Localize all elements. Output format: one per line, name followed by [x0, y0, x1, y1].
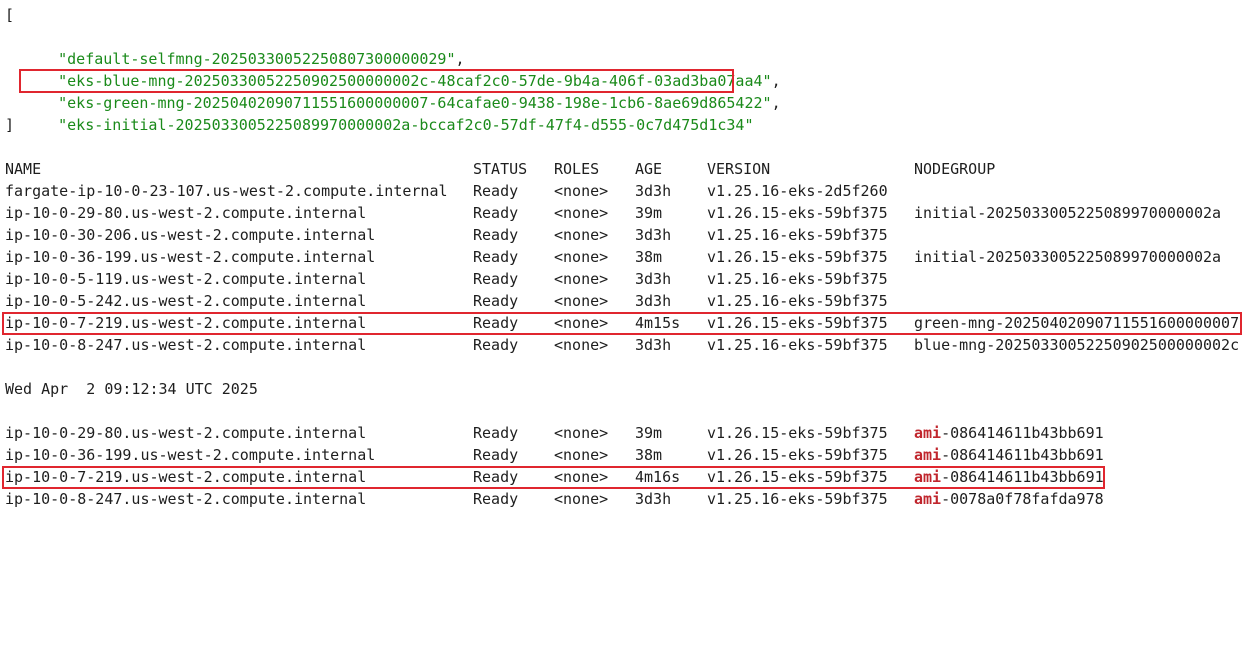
node-age: 3d3h — [635, 182, 672, 200]
table-row[interactable]: ip-10-0-30-206.us-west-2.compute.interna… — [5, 224, 1245, 246]
node-name: ip-10-0-5-242.us-west-2.compute.internal — [5, 292, 367, 310]
node-status: Ready — [473, 446, 519, 464]
table-row[interactable]: ip-10-0-36-199.us-west-2.compute.interna… — [5, 246, 1245, 268]
column-header-nodegroup: NODEGROUP — [914, 160, 996, 178]
table-row[interactable]: ip-10-0-29-80.us-west-2.compute.internal… — [5, 422, 1245, 444]
node-age: 3d3h — [635, 270, 672, 288]
table-header: NAME STATUS ROLES AGE VERSION NODEGROUP — [5, 158, 1245, 180]
node-version: v1.25.16-eks-59bf375 — [707, 226, 888, 244]
node-ami-id: ami-086414611b43bb691 — [914, 422, 1104, 444]
table-row[interactable]: ip-10-0-29-80.us-west-2.compute.internal… — [5, 202, 1245, 224]
json-comma: , — [771, 94, 781, 112]
date-output: Wed Apr 2 09:12:34 UTC 2025 — [5, 380, 258, 398]
ami-keyword: ami — [914, 424, 942, 442]
node-version: v1.25.16-eks-2d5f260 — [707, 182, 888, 200]
node-roles: <none> — [554, 248, 609, 266]
json-open-bracket: [ — [5, 6, 15, 24]
node-status: Ready — [473, 182, 519, 200]
highlight-box-green-node-ami — [2, 466, 1105, 489]
node-version: v1.25.16-eks-59bf375 — [707, 292, 888, 310]
node-name: ip-10-0-29-80.us-west-2.compute.internal — [5, 204, 367, 222]
node-nodegroup: initial-2025033005225089970000002a — [914, 204, 1222, 222]
node-age: 3d3h — [635, 226, 672, 244]
node-roles: <none> — [554, 182, 609, 200]
node-roles: <none> — [554, 270, 609, 288]
node-age: 39m — [635, 424, 663, 442]
node-version: v1.25.16-eks-59bf375 — [707, 336, 888, 354]
ami-keyword: ami — [914, 446, 942, 464]
node-roles: <none> — [554, 336, 609, 354]
node-age: 38m — [635, 248, 663, 266]
node-version: v1.26.15-eks-59bf375 — [707, 204, 888, 222]
node-roles: <none> — [554, 490, 609, 508]
column-header-version: VERSION — [707, 160, 771, 178]
node-status: Ready — [473, 248, 519, 266]
node-name: ip-10-0-8-247.us-west-2.compute.internal — [5, 336, 367, 354]
table-row[interactable]: ip-10-0-5-242.us-west-2.compute.internal… — [5, 290, 1245, 312]
json-item-row[interactable]: "default-selfmng-20250330052250807300000… — [22, 26, 464, 68]
ami-keyword: ami — [914, 490, 942, 508]
node-ami-id: ami-0078a0f78fafda978 — [914, 488, 1104, 510]
node-status: Ready — [473, 424, 519, 442]
node-version: v1.25.16-eks-59bf375 — [707, 270, 888, 288]
node-name: ip-10-0-8-247.us-west-2.compute.internal — [5, 490, 367, 508]
highlight-box-green-node-row — [2, 312, 1242, 335]
node-name: ip-10-0-36-199.us-west-2.compute.interna… — [5, 248, 376, 266]
table-row[interactable]: ip-10-0-8-247.us-west-2.compute.internal… — [5, 334, 1245, 356]
node-roles: <none> — [554, 424, 609, 442]
node-version: v1.26.15-eks-59bf375 — [707, 424, 888, 442]
node-roles: <none> — [554, 446, 609, 464]
node-name: ip-10-0-5-119.us-west-2.compute.internal — [5, 270, 367, 288]
json-item-row[interactable]: "eks-initial-2025033005225089970000002a-… — [22, 92, 753, 134]
node-roles: <none> — [554, 226, 609, 244]
node-name: ip-10-0-30-206.us-west-2.compute.interna… — [5, 226, 376, 244]
node-status: Ready — [473, 292, 519, 310]
node-version: v1.26.15-eks-59bf375 — [707, 248, 888, 266]
node-nodegroup: initial-2025033005225089970000002a — [914, 248, 1222, 266]
column-header-roles: ROLES — [554, 160, 600, 178]
node-age: 3d3h — [635, 336, 672, 354]
json-item-row[interactable]: "eks-blue-mng-20250330052250902500000002… — [22, 48, 780, 90]
column-header-status: STATUS — [473, 160, 528, 178]
node-status: Ready — [473, 204, 519, 222]
node-age: 38m — [635, 446, 663, 464]
node-nodegroup: blue-mng-20250330052250902500000002c — [914, 336, 1240, 354]
node-version: v1.25.16-eks-59bf375 — [707, 490, 888, 508]
table-row[interactable]: ip-10-0-8-247.us-west-2.compute.internal… — [5, 488, 1245, 510]
node-roles: <none> — [554, 292, 609, 310]
table-row[interactable]: ip-10-0-5-119.us-west-2.compute.internal… — [5, 268, 1245, 290]
table-row[interactable]: fargate-ip-10-0-23-107.us-west-2.compute… — [5, 180, 1245, 202]
node-name: ip-10-0-36-199.us-west-2.compute.interna… — [5, 446, 376, 464]
column-header-age: AGE — [635, 160, 663, 178]
node-version: v1.26.15-eks-59bf375 — [707, 446, 888, 464]
node-status: Ready — [473, 490, 519, 508]
node-ami-id: ami-086414611b43bb691 — [914, 444, 1104, 466]
highlight-box-green-nodegroup — [19, 69, 734, 93]
node-name: fargate-ip-10-0-23-107.us-west-2.compute… — [5, 182, 448, 200]
node-roles: <none> — [554, 204, 609, 222]
table-row[interactable]: ip-10-0-36-199.us-west-2.compute.interna… — [5, 444, 1245, 466]
node-age: 3d3h — [635, 292, 672, 310]
json-string: "eks-initial-2025033005225089970000002a-… — [58, 116, 754, 134]
node-name: ip-10-0-29-80.us-west-2.compute.internal — [5, 424, 367, 442]
column-header-name: NAME — [5, 160, 42, 178]
ami-suffix: -0078a0f78fafda978 — [941, 490, 1104, 508]
node-age: 39m — [635, 204, 663, 222]
ami-suffix: -086414611b43bb691 — [941, 446, 1104, 464]
node-age: 3d3h — [635, 490, 672, 508]
node-status: Ready — [473, 336, 519, 354]
node-status: Ready — [473, 226, 519, 244]
node-status: Ready — [473, 270, 519, 288]
ami-suffix: -086414611b43bb691 — [941, 424, 1104, 442]
json-close-bracket: ] — [5, 116, 15, 134]
